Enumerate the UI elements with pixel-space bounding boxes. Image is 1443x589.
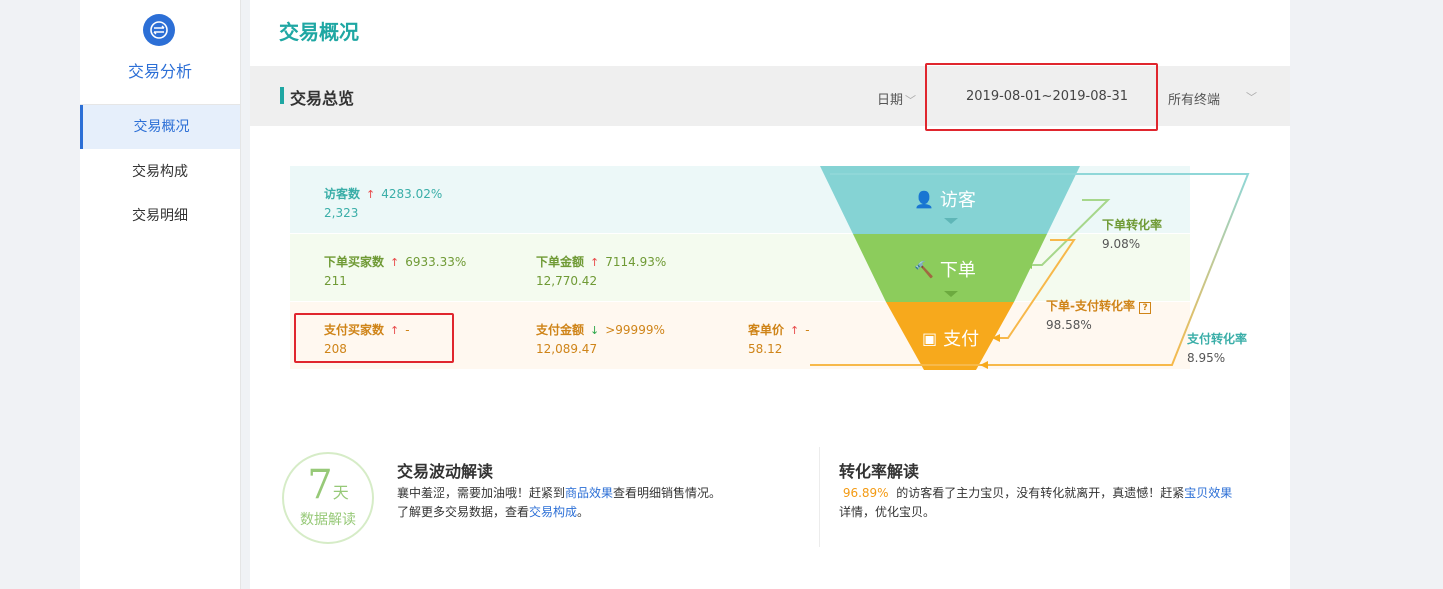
help-icon[interactable]: ?: [1139, 302, 1152, 314]
date-highlight-box: [925, 63, 1158, 131]
metric-visitors: 访客数 ↑ 4283.02% 2,323: [324, 185, 442, 220]
trade-composition-link[interactable]: 交易构成: [529, 505, 577, 519]
sidebar-item-overview[interactable]: 交易概况: [80, 105, 240, 149]
arrow-up-icon: ↑: [390, 256, 400, 269]
metric-order-buyers: 下单买家数 ↑ 6933.33% 211: [324, 253, 466, 288]
stage-label-text: 访客: [939, 190, 976, 211]
sidebar-title: 交易分析: [127, 62, 192, 81]
chevron-down-icon: ﹀: [905, 94, 917, 107]
metric-avg-price: 客单价 ↑ - 58.12: [748, 321, 810, 356]
stage-label-text: 支付: [943, 329, 980, 350]
arrow-down-icon: ↓: [590, 324, 600, 337]
hammer-icon: 🔨: [914, 259, 934, 279]
metric-order-amount: 下单金额 ↑ 7114.93% 12,770.42: [536, 253, 666, 288]
sidebar-item-composition[interactable]: 交易构成: [80, 150, 240, 194]
metric-value: 211: [324, 274, 347, 288]
metric-change: 4283.02%: [381, 187, 443, 201]
user-icon: 👤: [914, 189, 934, 209]
badge-unit: 天: [332, 483, 349, 502]
stage-visitors-label: 👤 访客: [914, 186, 976, 212]
metric-value: 12,770.42: [536, 274, 598, 288]
conversion-percent: 96.89%: [842, 486, 889, 500]
conversion-text: 96.89% 的访客看了主力宝贝，没有转化就离开，真遗憾！赶紧宝贝效果 详情，优…: [839, 484, 1259, 522]
metric-pay-amount: 支付金额 ↓ >99999% 12,089.47: [536, 321, 665, 356]
text-segment: 的访客看了主力宝贝，没有转化就离开，真遗憾！赶紧: [896, 486, 1185, 500]
metric-label: 下单金额: [536, 255, 585, 269]
stage-label-text: 下单: [939, 260, 976, 281]
order-pay-conversion-rate: 下单-支付转化率 ? 98.58%: [1046, 297, 1152, 332]
text-segment: 详情，优化宝贝。: [839, 505, 936, 519]
badge-number: 7: [307, 462, 333, 508]
metric-value: 12,089.47: [536, 342, 598, 356]
rate-label: 支付转化率: [1187, 332, 1248, 346]
terminal-dropdown[interactable]: 所有终端 ﹀: [1168, 89, 1262, 108]
metric-change: >99999%: [605, 323, 665, 337]
text-segment: 了解更多交易数据，查看: [397, 505, 530, 519]
text-segment: 。: [577, 505, 590, 519]
sidebar: 交易分析 交易概况 交易构成 交易明细: [80, 0, 241, 589]
section-marker: [280, 87, 284, 104]
arrow-up-icon: ↑: [790, 324, 800, 337]
metric-label: 支付金额: [536, 323, 585, 337]
page-title: 交易概况: [279, 20, 359, 44]
metric-label: 访客数: [324, 187, 361, 201]
terminal-label: 所有终端: [1168, 93, 1221, 108]
conversion-title: 转化率解读: [839, 462, 920, 481]
arrow-up-icon: ↑: [590, 256, 600, 269]
fluctuation-text: 襄中羞涩，需要加油哦！赶紧到商品效果查看明细销售情况。 了解更多交易数据，查看交…: [397, 484, 797, 522]
rate-value: 8.95%: [1187, 351, 1226, 365]
sidebar-item-details[interactable]: 交易明细: [80, 194, 240, 238]
date-dropdown[interactable]: 日期 ﹀: [877, 89, 916, 108]
wallet-icon: ▣: [922, 328, 938, 348]
seven-day-badge: 7天 数据解读: [282, 452, 374, 544]
stage-orders-label: 🔨 下单: [914, 256, 976, 282]
main-panel: 交易概况 交易总览 日期 ﹀ 2019-08-01~2019-08-31 所有终端…: [250, 0, 1290, 589]
rate-label: 下单-支付转化率: [1046, 299, 1135, 313]
metric-label: 下单买家数: [324, 255, 385, 269]
trade-analysis-icon: [143, 14, 175, 46]
section-title: 交易总览: [290, 89, 355, 108]
metric-change: 6933.33%: [405, 255, 467, 269]
item-effect-link[interactable]: 宝贝效果: [1184, 486, 1232, 500]
pay-buyers-highlight-box: [294, 313, 454, 363]
card-divider: [819, 447, 820, 547]
fluctuation-title: 交易波动解读: [397, 462, 494, 481]
metric-change: 7114.93%: [605, 255, 667, 269]
product-effect-link[interactable]: 商品效果: [565, 486, 613, 500]
badge-subtitle: 数据解读: [300, 512, 356, 528]
metric-value: 2,323: [324, 206, 359, 220]
text-segment: 查看明细销售情况。: [613, 486, 722, 500]
rate-value: 98.58%: [1046, 318, 1092, 332]
rate-value: 9.08%: [1102, 237, 1141, 251]
chevron-down-icon: ﹀: [1246, 91, 1257, 104]
pay-conversion-rate: 支付转化率 8.95%: [1187, 330, 1247, 365]
metric-change: -: [805, 323, 810, 337]
order-conversion-rate: 下单转化率 9.08%: [1102, 216, 1162, 251]
rate-label: 下单转化率: [1102, 218, 1163, 232]
metric-value: 58.12: [748, 342, 783, 356]
text-segment: 襄中羞涩，需要加油哦！赶紧到: [397, 486, 566, 500]
stage-payments-label: ▣ 支付: [922, 325, 979, 351]
metric-label: 客单价: [748, 323, 785, 337]
date-label: 日期: [877, 93, 904, 108]
arrow-up-icon: ↑: [366, 188, 376, 201]
